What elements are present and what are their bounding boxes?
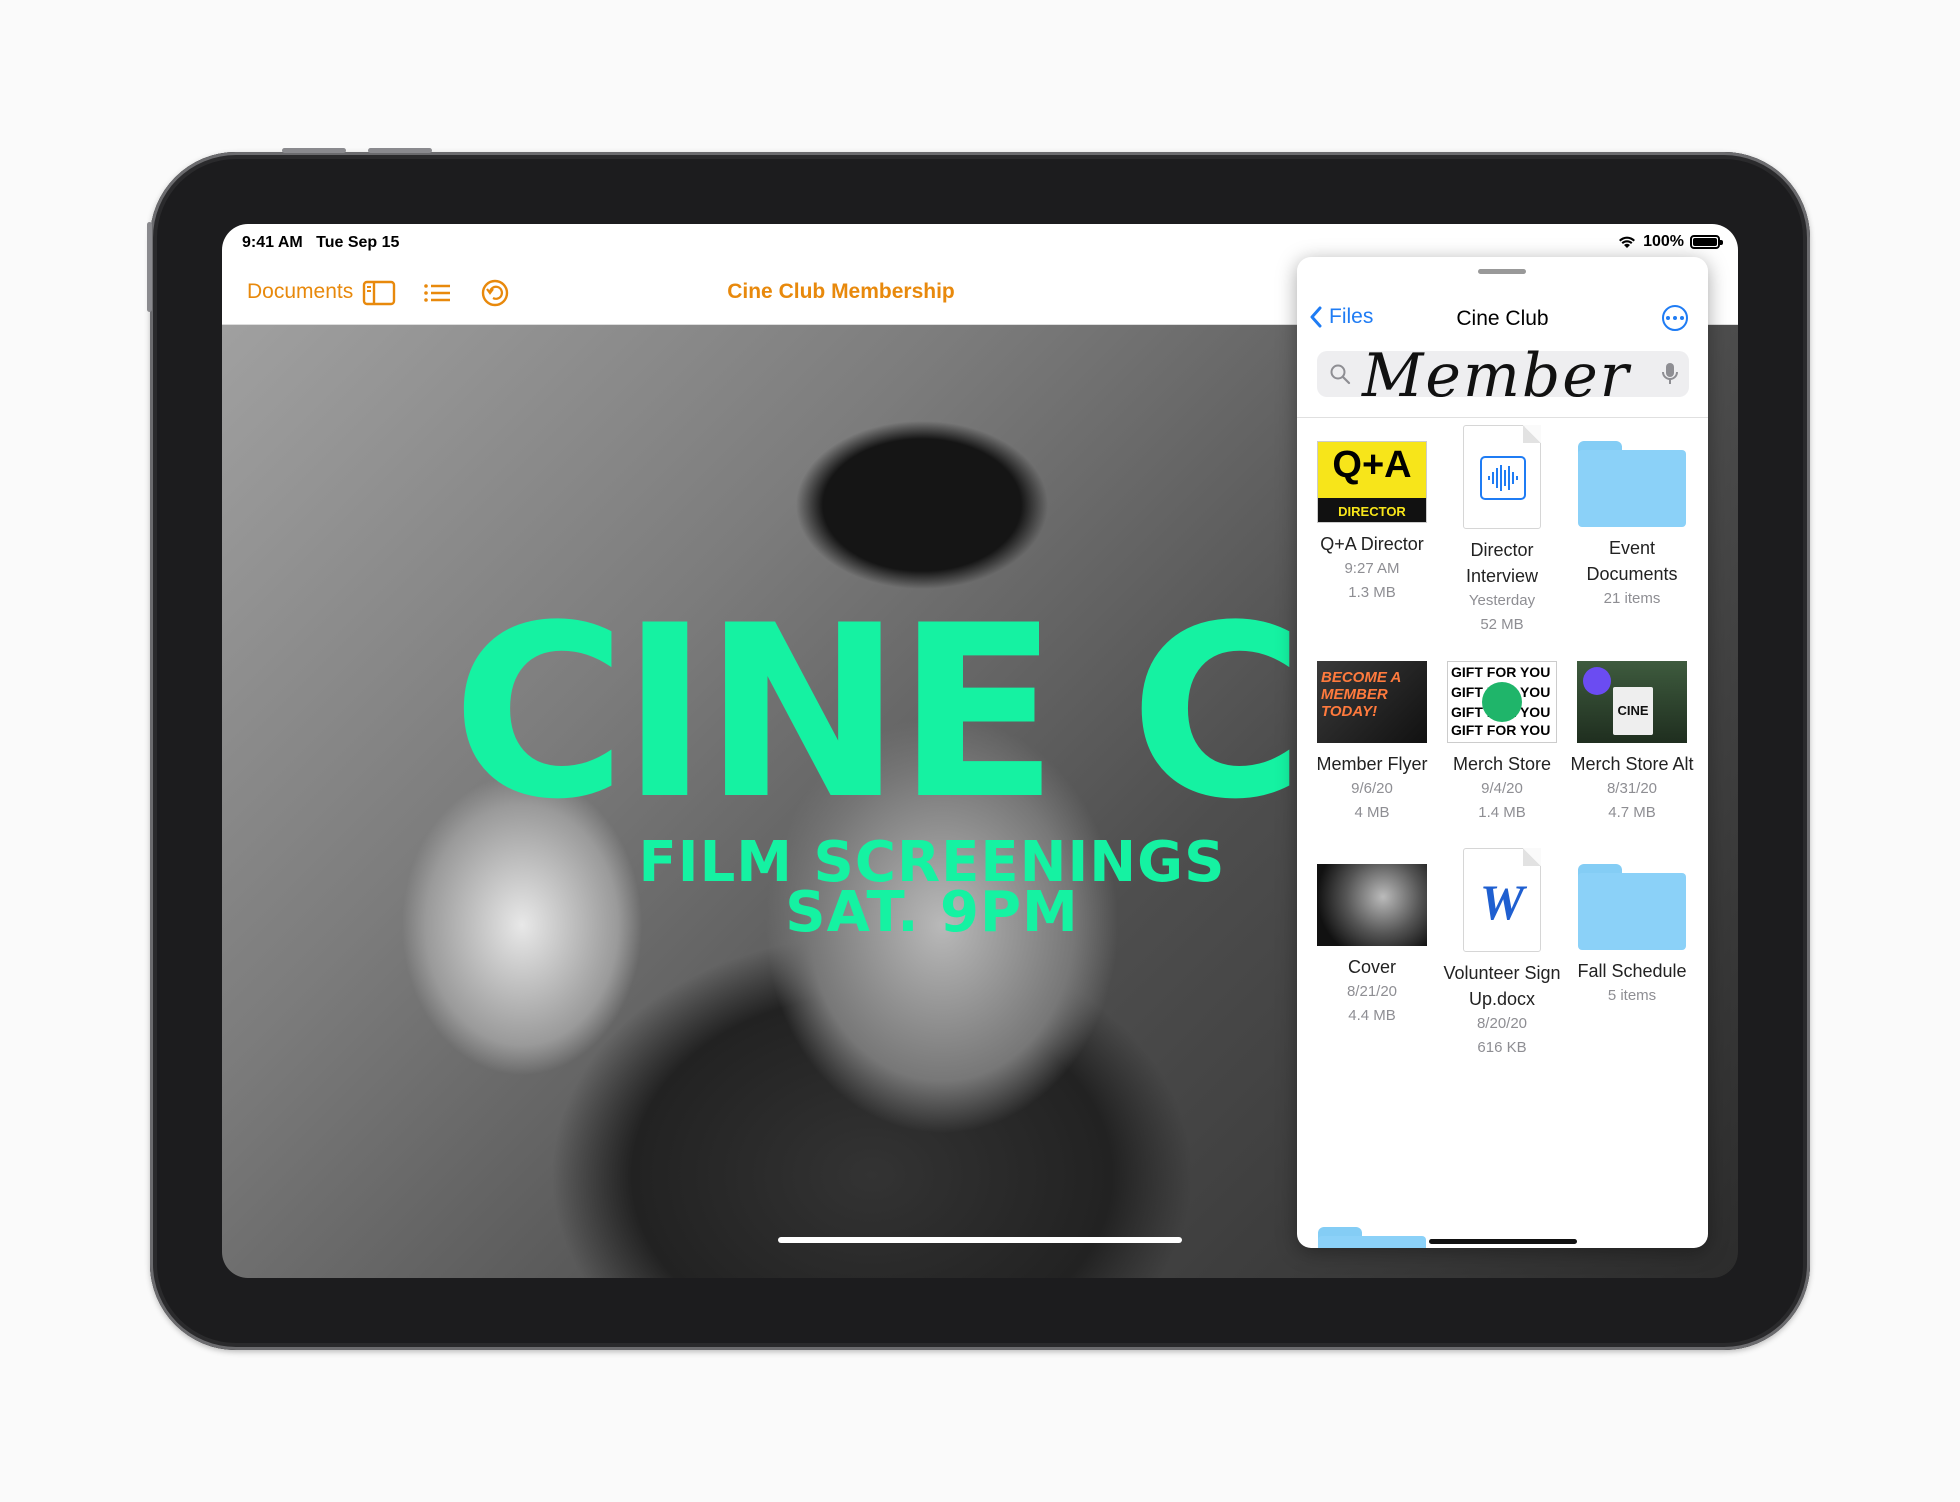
folder-icon: [1578, 441, 1686, 527]
chevron-left-icon: [1310, 306, 1322, 328]
file-name: Q+A Director: [1320, 534, 1424, 554]
file-meta: 8/20/20: [1476, 1015, 1528, 1032]
file-item-cover[interactable]: Cover 8/21/20 4.4 MB: [1307, 848, 1437, 1028]
cover-thumbnail: [1317, 864, 1427, 946]
tote-text: CINE: [1617, 703, 1649, 718]
slide-over-grabber[interactable]: [1478, 269, 1526, 274]
side-button: [147, 222, 152, 312]
qa-thumb-sub: DIRECTOR: [1338, 504, 1406, 519]
file-name: Fall Schedule: [1577, 961, 1687, 981]
tote-thumbnail: CINE: [1577, 661, 1687, 743]
file-item-qa-director[interactable]: Q+A DIRECTOR Q+A Director 9:27 AM 1.3 MB: [1307, 425, 1437, 605]
file-name: Event Documents: [1586, 538, 1678, 584]
file-meta: 5 items: [1607, 987, 1657, 1004]
file-name: Director Interview: [1465, 540, 1539, 586]
file-name: Merch Store Alt: [1570, 754, 1694, 774]
sticker-icon: [1583, 667, 1611, 695]
screen: 9:41 AM Tue Sep 15 100% Documents Cine C…: [222, 224, 1738, 1278]
document-title[interactable]: Cine Club Membership: [222, 280, 1460, 304]
search-input[interactable]: Member: [1362, 341, 1630, 411]
file-size: 616 KB: [1477, 1039, 1527, 1056]
file-size: 4.7 MB: [1608, 804, 1656, 821]
file-meta: 21 items: [1603, 590, 1661, 607]
waveform-icon: [1480, 456, 1526, 500]
folder-icon: [1578, 864, 1686, 950]
time-label: 9:41 AM: [242, 234, 303, 251]
file-name: Volunteer Sign Up.docx: [1443, 963, 1561, 1009]
qa-thumbnail: Q+A DIRECTOR: [1317, 441, 1427, 523]
file-name: Merch Store: [1452, 754, 1552, 774]
folder-fall-schedule[interactable]: Fall Schedule 5 items: [1567, 848, 1697, 1008]
wifi-icon: [1619, 236, 1636, 248]
folder-icon: [1318, 1227, 1426, 1248]
more-icon[interactable]: [1662, 305, 1688, 331]
battery-percent: 100%: [1643, 233, 1684, 250]
file-item-volunteer-sign-up[interactable]: W Volunteer Sign Up.docx 8/20/20 616 KB: [1437, 848, 1567, 1060]
volume-up-button: [368, 148, 432, 153]
file-meta: 9/4/20: [1481, 780, 1523, 797]
file-size: 4 MB: [1354, 804, 1390, 821]
ipad-device: 9:41 AM Tue Sep 15 100% Documents Cine C…: [147, 148, 1810, 1350]
divider: [1297, 417, 1708, 418]
file-item-merch-store[interactable]: GIFT FOR YOU GIFT FOR YOU GIFT FOR YOU G…: [1437, 645, 1567, 825]
file-item-director-interview[interactable]: Director Interview Yesterday 52 MB: [1437, 425, 1567, 637]
files-back-button[interactable]: Files: [1309, 305, 1373, 329]
file-meta: 8/31/20: [1606, 780, 1658, 797]
merch-thumb-text-4: GIFT FOR YOU: [1451, 722, 1551, 738]
flyer-thumbnail: BECOME A MEMBER TODAY!: [1317, 661, 1427, 743]
slide-over-home-indicator[interactable]: [1429, 1239, 1577, 1244]
file-size: 4.4 MB: [1348, 1007, 1396, 1024]
file-name: Cover: [1347, 957, 1396, 977]
mug-icon: [1482, 682, 1522, 722]
merch-thumbnail: GIFT FOR YOU GIFT FOR YOU GIFT FOR YOU G…: [1447, 661, 1557, 743]
file-item-member-flyer[interactable]: BECOME A MEMBER TODAY! Member Flyer 9/6/…: [1307, 645, 1437, 825]
microphone-icon[interactable]: [1661, 361, 1679, 387]
file-meta: Yesterday: [1468, 592, 1536, 609]
tote-bag-icon: CINE: [1613, 687, 1653, 735]
files-back-label: Files: [1329, 305, 1374, 328]
file-size: 1.4 MB: [1478, 804, 1526, 821]
poster-subtitle-line2[interactable]: SAT. 9PM: [632, 885, 1232, 941]
file-size: 1.3 MB: [1348, 584, 1396, 601]
folder-event-documents[interactable]: Event Documents 21 items: [1567, 425, 1697, 611]
audio-file-icon: [1463, 425, 1541, 529]
file-meta: 9:27 AM: [1344, 560, 1400, 577]
file-meta: 8/21/20: [1346, 983, 1398, 1000]
file-meta: 9/6/20: [1351, 780, 1393, 797]
word-document-icon: W: [1463, 848, 1541, 952]
status-right: 100%: [1617, 233, 1723, 251]
file-item-merch-store-alt[interactable]: CINE Merch Store Alt 8/31/20 4.7 MB: [1567, 645, 1697, 825]
file-name: Member Flyer: [1316, 754, 1428, 774]
top-button: [282, 148, 346, 153]
qa-thumb-title: Q+A: [1332, 444, 1412, 486]
flyer-thumb-text: BECOME A MEMBER TODAY!: [1321, 669, 1401, 720]
file-size: 52 MB: [1480, 616, 1524, 633]
status-time: 9:41 AM Tue Sep 15: [242, 234, 399, 252]
merch-thumb-text: GIFT FOR YOU: [1451, 664, 1551, 680]
search-field[interactable]: Member: [1317, 341, 1689, 411]
home-indicator[interactable]: [778, 1237, 1182, 1243]
battery-icon: [1690, 235, 1723, 249]
word-icon: W: [1479, 874, 1525, 930]
date-label: Tue Sep 15: [316, 234, 400, 251]
files-slide-over: Cine Club Files Member Q+A DIRECTOR Q+A …: [1297, 257, 1708, 1248]
folder-partial[interactable]: [1318, 1227, 1426, 1248]
search-icon: [1330, 364, 1351, 385]
